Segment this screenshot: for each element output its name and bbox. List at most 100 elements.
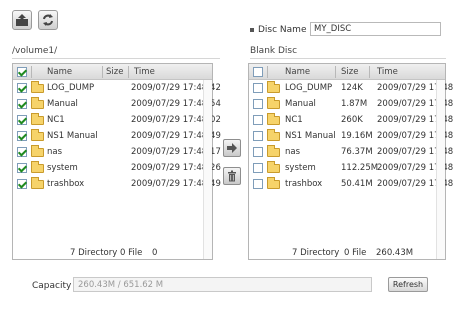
row-checkbox[interactable] [17, 83, 27, 93]
file-size: 19.16M [341, 131, 373, 141]
left-path-label: /volume1/ [12, 46, 58, 56]
disc-scrollbar[interactable] [436, 80, 445, 259]
trash-icon [228, 170, 236, 182]
folder-icon [31, 177, 44, 189]
arrow-right-icon [227, 143, 237, 153]
row-checkbox[interactable] [17, 147, 27, 157]
row-checkbox[interactable] [17, 179, 27, 189]
disc-dir-count: 7 Directory [292, 248, 340, 258]
folder-icon [31, 145, 44, 157]
table-row[interactable]: system112.25M2009/07/29 17:48:26 [249, 160, 453, 176]
header-time[interactable]: Time [377, 67, 398, 77]
file-name: system [285, 163, 316, 173]
add-to-disc-button[interactable] [223, 139, 241, 157]
file-name: nas [285, 147, 301, 157]
column-separator [267, 66, 268, 78]
table-row[interactable]: nas 2009/07/29 17:48:17 [13, 144, 221, 160]
folder-icon [267, 161, 280, 173]
header-name[interactable]: Name [285, 67, 310, 77]
file-size: 260K [341, 115, 363, 125]
table-row[interactable]: trashbox50.41M2009/07/29 17:48:49 [249, 176, 453, 192]
file-size: 76.37M [341, 147, 373, 157]
table-row[interactable]: Manual 2009/07/29 17:48:54 [13, 96, 221, 112]
table-row[interactable]: NC1260K2009/07/29 17:48:02 [249, 112, 453, 128]
source-total-size: 0 [152, 248, 158, 258]
table-row[interactable]: nas76.37M2009/07/29 17:48:17 [249, 144, 453, 160]
table-row[interactable]: NS1 Manual 2009/07/29 17:48:49 [13, 128, 221, 144]
folder-icon [267, 129, 280, 141]
disc-file-count: 0 File [344, 248, 367, 258]
row-checkbox[interactable] [253, 99, 263, 109]
source-dir-count: 7 Directory [70, 248, 118, 258]
row-checkbox[interactable] [253, 131, 263, 141]
row-checkbox[interactable] [17, 131, 27, 141]
folder-icon [267, 145, 280, 157]
row-checkbox[interactable] [253, 163, 263, 173]
folder-icon [267, 81, 280, 93]
folder-icon [267, 177, 280, 189]
source-file-list: Name Size Time LOG_DUMP 2009/07/29 17:48:… [12, 63, 221, 260]
upload-button[interactable] [12, 10, 32, 30]
disc-name-label: Disc Name [258, 25, 307, 35]
table-row[interactable]: LOG_DUMP 2009/07/29 17:48:42 [13, 80, 221, 96]
table-row[interactable]: NS1 Manual19.16M2009/07/29 17:48:49 [249, 128, 453, 144]
source-rows: LOG_DUMP 2009/07/29 17:48:42 Manual 2009/07… [13, 80, 221, 192]
column-separator [102, 66, 103, 78]
select-all-checkbox[interactable] [253, 67, 263, 77]
file-name: Manual [285, 99, 316, 109]
file-name: NC1 [285, 115, 303, 125]
file-name: Manual [47, 99, 78, 109]
table-row[interactable]: Manual1.87M2009/07/29 17:48:54 [249, 96, 453, 112]
file-name: trashbox [285, 179, 323, 189]
file-name: NS1 Manual [47, 131, 98, 141]
header-time[interactable]: Time [134, 67, 155, 77]
upload-icon [16, 14, 28, 26]
sync-icon [43, 14, 53, 26]
file-size: 124K [341, 83, 363, 93]
row-checkbox[interactable] [17, 99, 27, 109]
refresh-button[interactable]: Refresh [388, 277, 428, 292]
select-all-checkbox[interactable] [17, 67, 27, 77]
row-checkbox[interactable] [253, 115, 263, 125]
right-path-label: Blank Disc [250, 46, 298, 56]
capacity-field: 260.43M / 651.62 M [73, 277, 372, 292]
sync-button[interactable] [38, 10, 58, 30]
folder-icon [267, 97, 280, 109]
column-separator [369, 66, 370, 78]
row-checkbox[interactable] [17, 163, 27, 173]
disc-total-size: 260.43M [376, 248, 414, 258]
table-row[interactable]: trashbox 2009/07/29 17:48:49 [13, 176, 221, 192]
folder-icon [31, 97, 44, 109]
folder-icon [31, 161, 44, 173]
remove-from-disc-button[interactable] [223, 167, 241, 185]
file-name: NS1 Manual [285, 131, 336, 141]
disc-name-input[interactable] [310, 22, 441, 36]
row-checkbox[interactable] [253, 147, 263, 157]
file-name: NC1 [47, 115, 65, 125]
right-divider [250, 58, 446, 59]
table-row[interactable]: system 2009/07/29 17:48:26 [13, 160, 221, 176]
row-checkbox[interactable] [17, 115, 27, 125]
left-divider [12, 58, 220, 59]
folder-icon [267, 113, 280, 125]
row-checkbox[interactable] [253, 83, 263, 93]
source-scrollbar[interactable] [203, 80, 212, 259]
header-size[interactable]: Size [106, 67, 123, 77]
refresh-label: Refresh [392, 280, 424, 289]
capacity-label: Capacity [32, 281, 72, 291]
row-checkbox[interactable] [253, 179, 263, 189]
table-row[interactable]: LOG_DUMP124K2009/07/29 17:48:42 [249, 80, 453, 96]
column-separator [128, 66, 129, 78]
disc-table-header: Name Size Time [249, 64, 445, 80]
table-row[interactable]: NC1 2009/07/29 17:48:02 [13, 112, 221, 128]
column-separator [335, 66, 336, 78]
header-size[interactable]: Size [341, 67, 358, 77]
disc-rows: LOG_DUMP124K2009/07/29 17:48:42 Manual 1.8… [249, 80, 453, 192]
file-size: 1.87M [341, 99, 368, 109]
file-size: 112.25M [341, 163, 379, 173]
header-name[interactable]: Name [47, 67, 72, 77]
file-name: nas [47, 147, 63, 157]
folder-icon [31, 81, 44, 93]
file-name: LOG_DUMP [47, 83, 95, 93]
folder-icon [31, 129, 44, 141]
